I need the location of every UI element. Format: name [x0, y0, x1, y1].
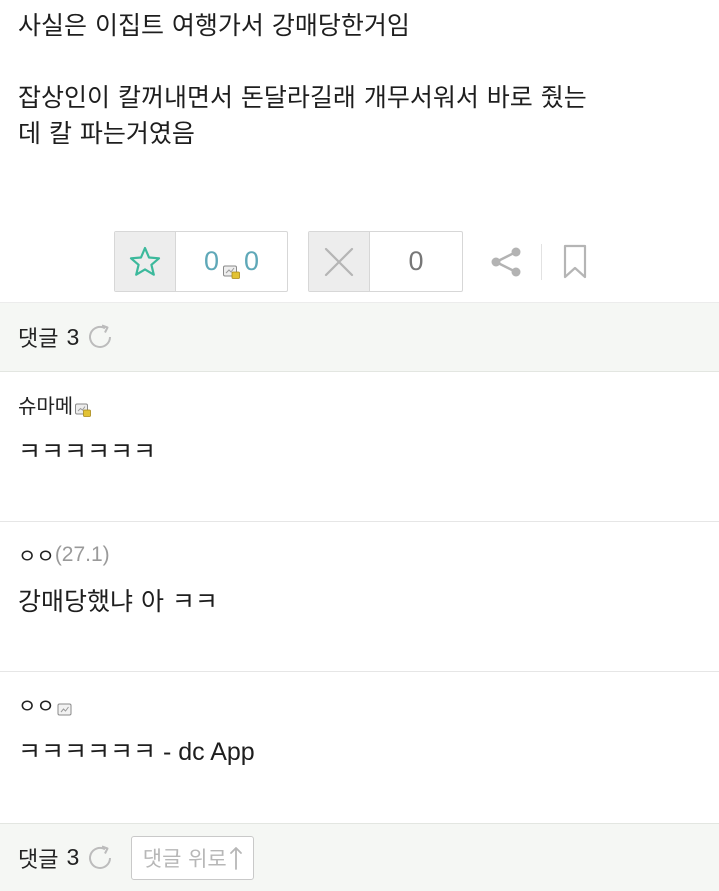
bookmark-icon[interactable]	[562, 242, 588, 282]
comment-author[interactable]: 슈마메	[18, 390, 92, 419]
divider	[541, 243, 542, 280]
comment-footer: 댓글 3 댓글 위로	[0, 823, 719, 891]
refresh-icon[interactable]	[85, 322, 115, 352]
comment-item: ㅇㅇ ㅋㅋㅋㅋㅋㅋ - dc App	[0, 672, 719, 823]
nonrecommend-button[interactable]: 0	[308, 231, 463, 292]
comment-author[interactable]: ㅇㅇ	[18, 690, 73, 719]
post-line: 잡상인이 칼꺼내면서 돈달라길래 개무서워서 바로 줬는	[18, 83, 587, 112]
post-content: 사실은 이집트 여행가서 강매당한거임 잡상인이 칼꺼내면서 돈달라길래 개무서…	[18, 8, 708, 152]
comment-text: ㅋㅋㅋㅋㅋㅋ	[18, 437, 157, 466]
star-outline-icon[interactable]	[115, 232, 176, 291]
comment-author[interactable]: ㅇㅇ (27.1)	[18, 540, 110, 569]
comment-header: 댓글 3	[0, 302, 719, 372]
fixed-user-icon	[75, 398, 92, 417]
comment-item: 슈마메 ㅋㅋㅋㅋㅋㅋ	[0, 372, 719, 522]
fixed-user-icon	[223, 255, 240, 279]
to-top-label: 댓글 위로	[142, 846, 227, 871]
comment-count: 3	[66, 323, 80, 350]
author-name: 슈마메	[18, 394, 74, 418]
author-name: ㅇㅇ	[18, 544, 55, 568]
comment-label: 댓글	[18, 327, 59, 352]
post-actions: 0 0 0	[114, 231, 588, 292]
refresh-icon[interactable]	[85, 843, 115, 873]
author-ip: (27.1)	[54, 542, 110, 566]
to-top-button[interactable]: 댓글 위로	[131, 835, 255, 880]
share-icon[interactable]	[489, 242, 523, 282]
comment-count: 3	[66, 844, 80, 870]
comment-item: ㅇㅇ (27.1) 강매당했냐 아 ㅋㅋ	[0, 522, 719, 672]
x-icon[interactable]	[309, 232, 370, 291]
fixed-recommend-count: 0	[244, 246, 260, 276]
post-line: 데 칼 파는거였음	[18, 119, 195, 148]
comment-text: ㅋㅋㅋㅋㅋㅋ - dc App	[18, 732, 255, 768]
recommend-button[interactable]: 0 0	[114, 231, 288, 292]
recommend-count: 0	[203, 246, 219, 276]
recommend-count-area: 0 0	[176, 232, 287, 291]
comment-app-suffix: - dc App	[156, 738, 255, 766]
author-name: ㅇㅇ	[18, 694, 55, 718]
nonrecommend-count: 0	[408, 246, 424, 276]
comment-label: 댓글	[18, 847, 59, 873]
comment-text-main: ㅋㅋㅋㅋㅋㅋ	[18, 737, 157, 766]
comment-text: 강매당했냐 아 ㅋㅋ	[18, 587, 218, 616]
post-line: 사실은 이집트 여행가서 강매당한거임	[18, 11, 410, 40]
arrow-up-icon	[229, 845, 243, 871]
half-fixed-user-icon	[57, 698, 73, 715]
